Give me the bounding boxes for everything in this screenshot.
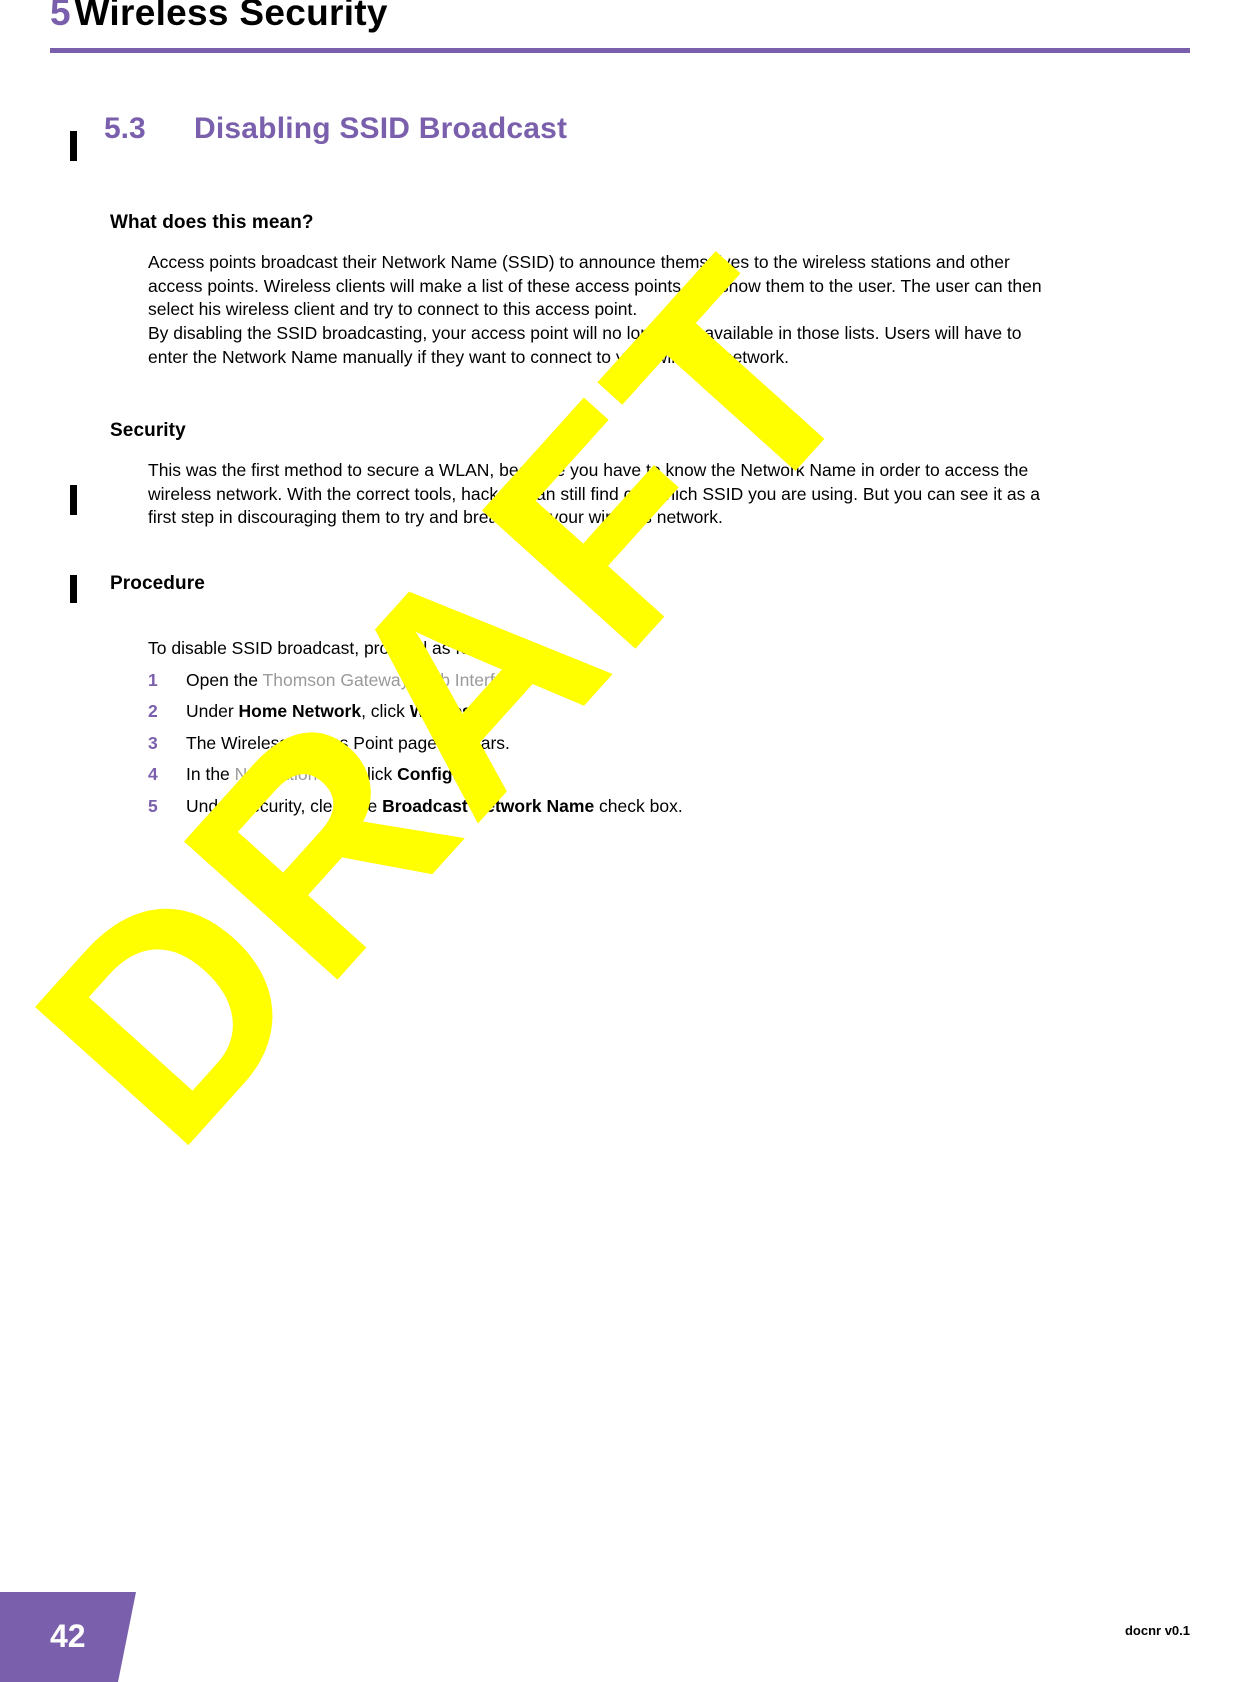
step-text-run: Under Security, clear the — [186, 795, 383, 816]
step-text-run: , click — [361, 701, 410, 721]
page-number: 42 — [50, 1618, 86, 1654]
chapter-title: Wireless Security — [74, 0, 388, 33]
step-number: 3 — [148, 732, 158, 753]
step-text-run: In the — [186, 764, 235, 784]
step-number: 2 — [148, 701, 158, 721]
change-bar-procedure — [70, 575, 77, 603]
step-number: 5 — [148, 795, 158, 816]
chapter-number: 5 — [50, 0, 71, 33]
step-number: 4 — [148, 764, 158, 784]
paragraph-what-1: Access points broadcast their Network Na… — [148, 252, 1042, 319]
step-text-run: . — [522, 669, 528, 690]
procedure-step: 1 Open the Thomson Gateway Web Interface. — [148, 669, 1048, 693]
step-text-run: The Wireless Access Point page appears. — [186, 732, 510, 753]
ui-label-bold: Broadcast Network Name — [382, 795, 595, 816]
procedure-step: 2 Under Home Network, click Wireless. — [148, 700, 1048, 724]
step-text-run: . — [481, 701, 487, 721]
step-text-run: Under — [186, 701, 239, 721]
heading-procedure: Procedure — [110, 573, 205, 594]
procedure-lead-in: To disable SSID broadcast, proceed as fo… — [148, 638, 514, 658]
document-number: docnr v0.1 — [1124, 1623, 1190, 1638]
change-bar-section — [70, 131, 77, 161]
procedure-step: 4 In the Navigation Bar, click Configure. — [148, 763, 1048, 787]
heading-what-does-this-mean: What does this mean? — [110, 212, 314, 233]
header-rule — [50, 48, 1190, 53]
ui-term: Navigation Bar — [234, 764, 349, 784]
section-number: 5.3 — [104, 112, 146, 145]
step-number: 1 — [148, 669, 158, 690]
paragraph-security-1: This was the first method to secure a WL… — [148, 460, 1040, 527]
procedure-steps: To disable SSID broadcast, proceed as fo… — [148, 637, 1048, 826]
step-text: The Wireless Access Point page appears. — [186, 732, 1048, 756]
running-head: 5 Wireless Security — [50, 0, 1190, 34]
document-page: 5 Wireless Security 5.3 Disabling SSID B… — [0, 0, 1240, 1682]
ui-term: Thomson Gateway Web Interface — [262, 669, 523, 690]
step-text-run: Open the — [186, 669, 263, 690]
step-text: Open the Thomson Gateway Web Interface. — [186, 669, 1048, 693]
procedure-step: 3 The Wireless Access Point page appears. — [148, 732, 1048, 756]
section-heading: 5.3 Disabling SSID Broadcast — [104, 112, 567, 146]
change-bar-security — [70, 485, 77, 515]
step-list: 1 Open the Thomson Gateway Web Interface.… — [148, 669, 1048, 819]
procedure-step: 5 Under Security, clear the Broadcast Net… — [148, 795, 1048, 819]
paragraph-what-2: By disabling the SSID broadcasting, your… — [148, 323, 1022, 367]
step-text: In the Navigation Bar, click Configure. — [186, 763, 1048, 787]
ui-label-bold: Wireless — [409, 701, 482, 721]
step-text: Under Home Network, click Wireless. — [186, 700, 1048, 724]
step-text-run: . — [479, 764, 485, 784]
step-text-run: check box. — [594, 795, 683, 816]
heading-security: Security — [110, 420, 186, 441]
ui-label-bold: Home Network — [238, 701, 362, 721]
page-number-shape — [0, 1592, 136, 1682]
section-title: Disabling SSID Broadcast — [194, 112, 568, 145]
step-text-run: , click — [348, 764, 398, 784]
step-text: Under Security, clear the Broadcast Netw… — [186, 795, 1048, 819]
ui-label-bold: Configure — [397, 764, 480, 784]
